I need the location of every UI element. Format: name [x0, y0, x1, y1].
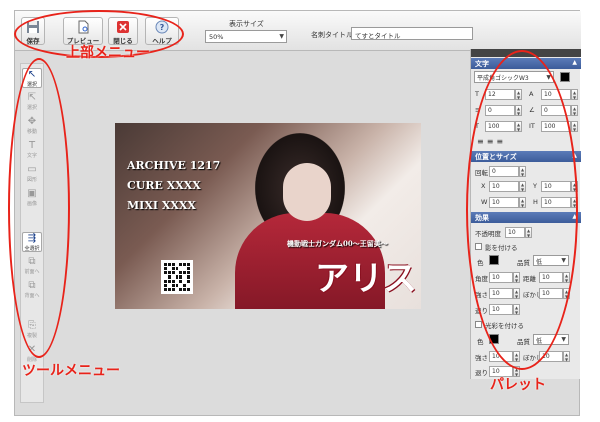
glow-spread-label: 退り: [475, 369, 488, 377]
top-menu-annotation: 上部メニュー: [66, 45, 150, 61]
card-text-line-1[interactable]: ARCHIVE 1217: [127, 159, 220, 172]
dropdown-arrow-icon: ▼: [561, 336, 566, 343]
collapse-icon: ▲: [572, 59, 577, 66]
tool-menu-highlight: [8, 58, 70, 358]
card-subtitle[interactable]: 機動戦士ガンダム00～王留美～: [287, 239, 388, 249]
text-rotation-spinner[interactable]: ▲ ▼: [571, 105, 578, 116]
palette-annotation: パレット: [490, 377, 546, 393]
card-name[interactable]: アリス: [315, 251, 417, 300]
title-input[interactable]: てすとタイトル: [351, 27, 473, 40]
section-title: 文字: [475, 60, 489, 68]
font-size-icon: T: [475, 90, 479, 98]
qr-code[interactable]: [161, 260, 193, 294]
display-size-value: 50%: [209, 33, 224, 41]
card-text-line-2[interactable]: CURE XXXX: [127, 179, 201, 192]
glow-color-label: 色: [477, 338, 484, 346]
title-label: 名刺タイトル: [311, 31, 353, 39]
tool-menu-annotation: ツールメニュー: [22, 363, 120, 379]
glow-checkbox[interactable]: [475, 321, 482, 328]
display-size-label: 表示サイズ: [229, 20, 264, 28]
glow-blur-spinner[interactable]: ▲ ▼: [563, 351, 570, 362]
palette-highlight: [466, 50, 578, 370]
display-size-select[interactable]: 50% ▼: [205, 30, 287, 43]
card-text-line-3[interactable]: MIXI XXXX: [127, 199, 196, 212]
photo-face: [283, 163, 331, 221]
glow-strength-label: 強さ: [475, 354, 488, 362]
business-card-canvas[interactable]: ARCHIVE 1217 CURE XXXX MIXI XXXX 機動戦士ガンダ…: [115, 123, 421, 309]
dropdown-arrow-icon: ▼: [279, 33, 284, 40]
height-scale-spinner[interactable]: ▲ ▼: [571, 121, 578, 132]
char-spacing-spinner[interactable]: ▲ ▼: [571, 89, 578, 100]
text-color-swatch[interactable]: [560, 72, 570, 82]
